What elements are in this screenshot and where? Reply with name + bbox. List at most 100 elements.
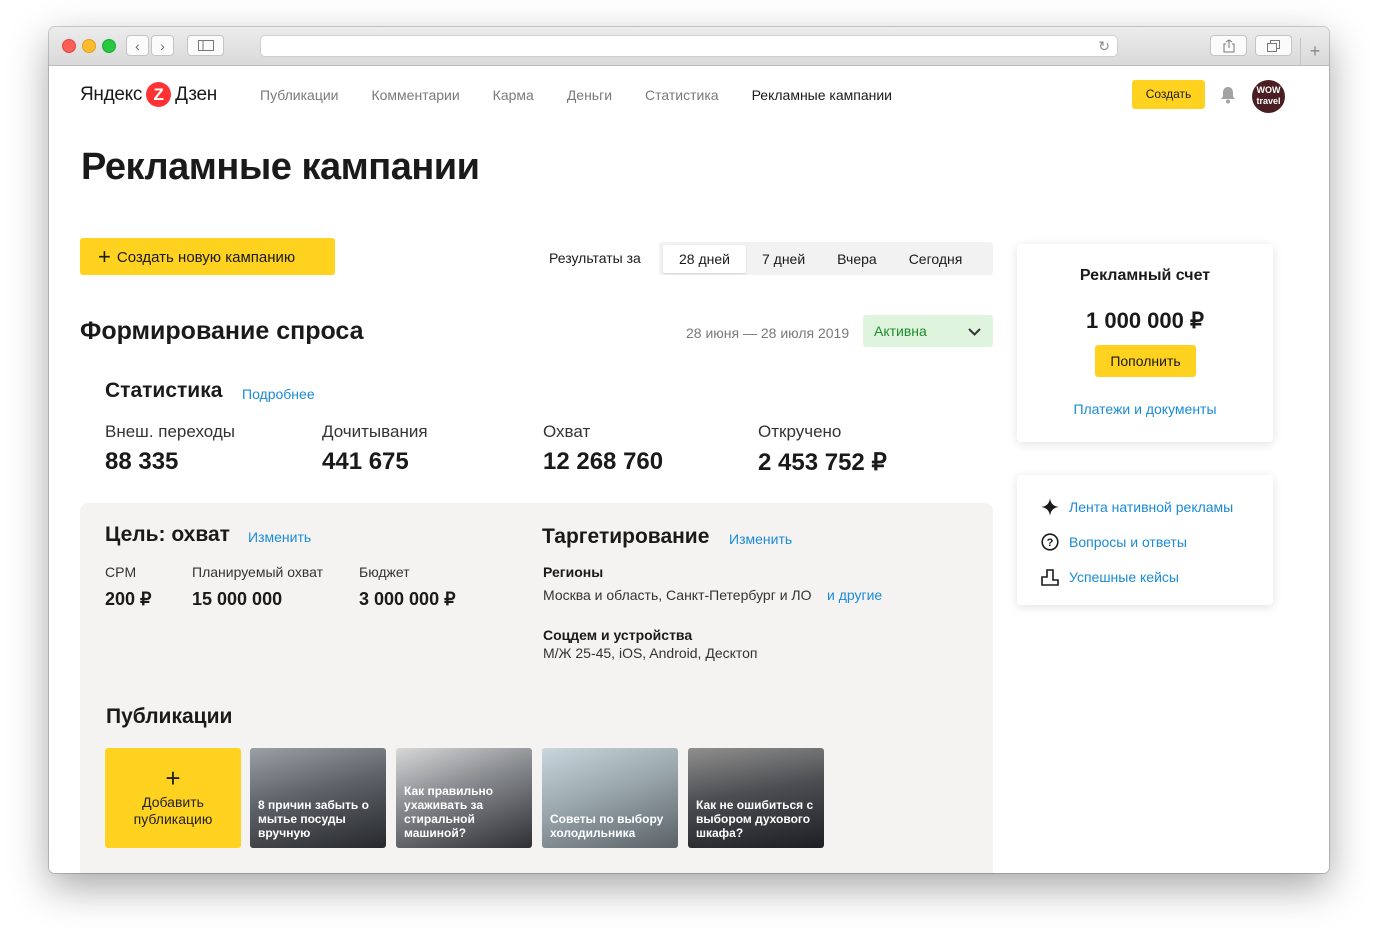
plus-icon: + — [165, 763, 181, 793]
avatar-text: WOW — [1256, 85, 1281, 95]
regions-title: Регионы — [543, 564, 604, 580]
link-label: Успешные кейсы — [1069, 569, 1179, 585]
goal-cpm: CPM 200 ₽ — [105, 564, 152, 610]
share-button[interactable] — [1210, 35, 1247, 56]
metric-read-through: Дочитывания 441 675 — [322, 422, 428, 476]
metric-label: Внеш. переходы — [105, 422, 235, 441]
publication-card[interactable]: Как не ошибиться с выбором духового шкаф… — [688, 748, 824, 848]
zen-logo-icon: Z — [146, 82, 172, 107]
question-icon: ? — [1041, 533, 1059, 551]
targeting-title: Таргетирование — [542, 525, 710, 548]
campaign-title: Формирование спроса — [80, 317, 364, 345]
reload-icon[interactable]: ↻ — [1098, 37, 1110, 56]
forward-button[interactable]: › — [151, 35, 174, 56]
add-publication-button[interactable]: + Добавить публикацию — [105, 748, 241, 848]
native-ads-feed-link[interactable]: Лента нативной рекламы — [1041, 498, 1233, 516]
period-7-days[interactable]: 7 дней — [746, 245, 821, 273]
svg-text:?: ? — [1047, 537, 1054, 549]
chevron-right-icon: › — [160, 38, 165, 54]
tabs-overview-button[interactable] — [1255, 35, 1292, 56]
metric-value: 2 453 752 ₽ — [758, 449, 887, 476]
browser-toolbar: ‹ › ↻ + — [49, 27, 1329, 66]
goal-label: Планируемый охват — [192, 564, 324, 580]
status-badge: Активна — [874, 323, 927, 339]
publication-card[interactable]: 8 причин забыть о мытье посуды вручную — [250, 748, 386, 848]
browser-window: ‹ › ↻ + Яндекс Z Дзен Публикации Коммент… — [49, 27, 1329, 873]
metric-clicks: Внеш. переходы 88 335 — [105, 422, 235, 476]
sidebar-toggle-button[interactable] — [187, 35, 224, 56]
nav-comments[interactable]: Комментарии — [371, 87, 459, 103]
plus-icon: + — [98, 244, 111, 269]
targeting-edit-link[interactable]: Изменить — [729, 531, 792, 547]
close-window-button[interactable] — [62, 39, 76, 53]
account-balance: 1 000 000 ₽ — [1086, 308, 1204, 333]
regions-more-link[interactable]: и другие — [827, 587, 882, 603]
link-label: Лента нативной рекламы — [1069, 499, 1234, 515]
goal-value: 15 000 000 — [192, 589, 283, 609]
metric-reach: Охват 12 268 760 — [543, 422, 663, 476]
metric-spent: Откручено 2 453 752 ₽ — [758, 422, 887, 477]
minimize-window-button[interactable] — [82, 39, 96, 53]
goal-value: 200 ₽ — [105, 589, 152, 609]
nav-karma[interactable]: Карма — [493, 87, 534, 103]
period-yesterday[interactable]: Вчера — [821, 245, 893, 273]
address-bar[interactable]: ↻ — [260, 35, 1118, 57]
period-today[interactable]: Сегодня — [893, 245, 979, 273]
avatar-subtext: travel — [1256, 96, 1281, 106]
demo-value: М/Ж 25-45, iOS, Android, Десктоп — [543, 645, 758, 661]
bell-icon[interactable] — [1220, 86, 1236, 104]
page-content: Яндекс Z Дзен Публикации Комментарии Кар… — [49, 66, 1329, 873]
status-dropdown[interactable]: Активна — [863, 315, 993, 347]
account-title: Рекламный счет — [1079, 267, 1211, 284]
goal-label: CPM — [105, 564, 137, 580]
publication-card-title: Как правильно ухаживать за стиральной ма… — [404, 784, 494, 840]
stats-title: Статистика — [105, 379, 223, 402]
back-button[interactable]: ‹ — [126, 35, 149, 56]
metric-label: Охват — [543, 422, 591, 441]
sparkle-icon — [1041, 498, 1059, 516]
nav-money[interactable]: Деньги — [567, 87, 612, 103]
zoom-window-button[interactable] — [102, 39, 116, 53]
create-campaign-button[interactable]: + Создать новую кампанию — [80, 238, 335, 275]
create-campaign-label: Создать новую кампанию — [116, 249, 296, 266]
campaign-dates: 28 июня — 28 июля 2019 — [686, 325, 850, 341]
new-tab-button[interactable]: + — [1300, 38, 1329, 66]
success-cases-link[interactable]: Успешные кейсы — [1041, 568, 1179, 586]
logo-yandex-text: Яндекс — [80, 83, 143, 105]
period-label: Результаты за — [549, 250, 641, 266]
link-label: Вопросы и ответы — [1069, 534, 1187, 550]
nav-statistics[interactable]: Статистика — [645, 87, 719, 103]
payments-documents-link[interactable]: Платежи и документы — [1017, 401, 1273, 417]
topup-button[interactable]: Пополнить — [1095, 345, 1196, 377]
share-icon — [1223, 39, 1234, 53]
plus-icon: + — [1309, 41, 1321, 61]
add-publication-label: Добавить — [142, 794, 204, 810]
chevron-down-icon — [968, 315, 981, 347]
campaign-settings-panel: Цель: охват Изменить CPM 200 ₽ Планируем… — [80, 503, 993, 873]
publication-card[interactable]: Советы по выбору холодильника — [542, 748, 678, 848]
demo-title: Соцдем и устройства — [543, 627, 693, 643]
metric-value: 12 268 760 — [543, 448, 664, 475]
metric-value: 88 335 — [105, 448, 179, 475]
publication-card[interactable]: Как правильно ухаживать за стиральной ма… — [396, 748, 532, 848]
faq-link[interactable]: ? Вопросы и ответы — [1041, 533, 1187, 551]
create-button[interactable]: Создать — [1132, 80, 1205, 109]
goal-title: Цель: охват — [105, 523, 230, 546]
metric-label: Откручено — [758, 422, 842, 441]
period-28-days[interactable]: 28 дней — [663, 244, 746, 273]
logo-zen-text: Дзен — [175, 83, 217, 105]
stats-details-link[interactable]: Подробнее — [242, 386, 315, 402]
zen-logo[interactable]: Яндекс Z Дзен — [80, 82, 217, 107]
sidebar-icon — [197, 40, 214, 51]
nav-ad-campaigns[interactable]: Рекламные кампании — [752, 87, 892, 103]
publication-card-title: 8 причин забыть о мытье посуды вручную — [258, 798, 369, 840]
metric-label: Дочитывания — [322, 422, 428, 441]
goal-value: 3 000 000 ₽ — [359, 589, 456, 609]
nav-publications[interactable]: Публикации — [260, 87, 338, 103]
avatar[interactable]: WOW travel — [1252, 80, 1285, 113]
page-title: Рекламные кампании — [81, 146, 480, 188]
help-links-card: Лента нативной рекламы ? Вопросы и ответ… — [1017, 475, 1273, 605]
chevron-left-icon: ‹ — [135, 38, 140, 54]
add-publication-label-2: публикацию — [133, 811, 213, 827]
goal-edit-link[interactable]: Изменить — [248, 529, 311, 545]
